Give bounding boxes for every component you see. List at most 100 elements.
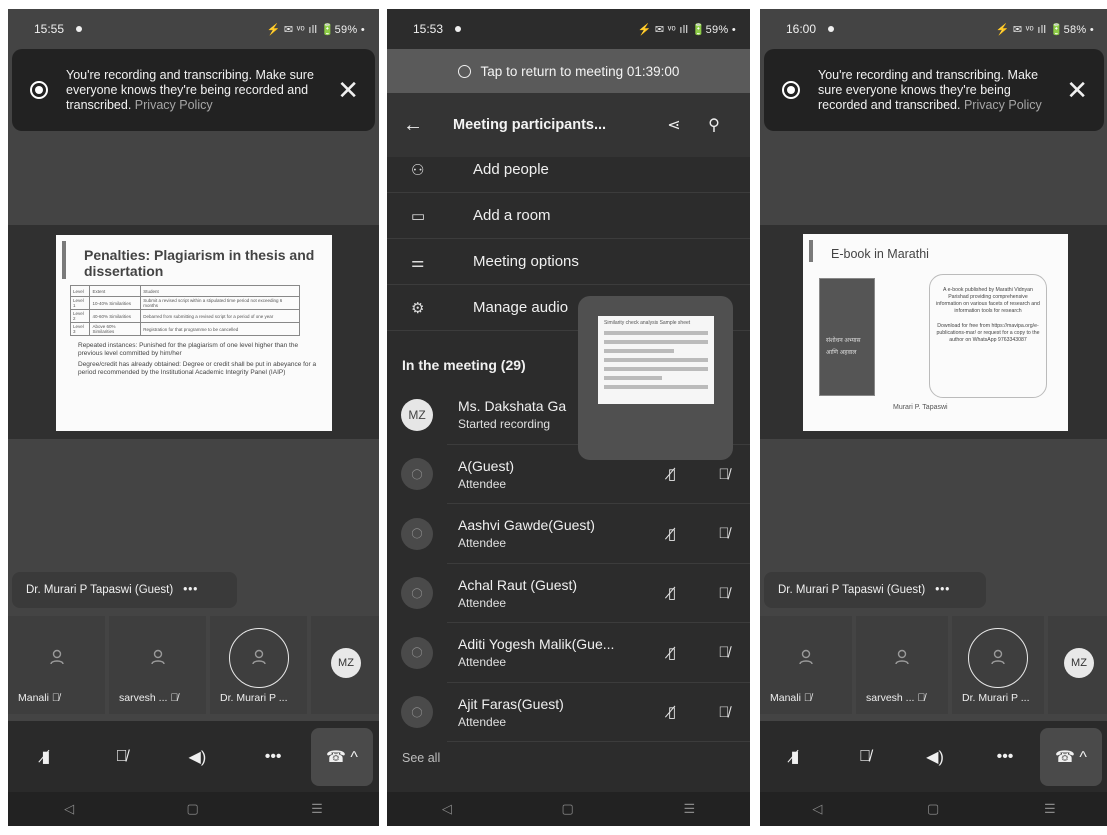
recording-icon [30,81,48,99]
more-button[interactable]: ••• [235,721,311,793]
bullet-item: Degree/credit has already obtained: Degr… [78,361,317,376]
more-options-icon[interactable]: ••• [183,584,198,596]
notification-dot-icon [828,26,835,32]
search-icon[interactable]: ⚲ [694,115,734,135]
mic-off-button[interactable]: 🎙̸ [84,721,160,793]
back-arrow-icon[interactable]: ← [403,114,453,137]
add-people-item[interactable]: ⚇ Add people [387,147,750,193]
participant-tile[interactable]: MZ [311,616,379,714]
participant-tile[interactable]: Manali 🎙̸ [8,616,105,714]
meeting-options-item[interactable]: ⚌ Meeting options [387,239,750,285]
bullet-item: Repeated instances: Punished for the pla… [78,342,299,357]
notification-dot-icon [76,26,83,32]
avatar: MZ [401,398,433,431]
speaker-button[interactable]: ◀) [900,721,970,793]
privacy-policy-link[interactable]: Privacy Policy [964,98,1042,112]
camera-off-icon: ▯̸ [667,585,677,603]
in-meeting-heading: In the meeting (29) [402,357,526,373]
active-speaker-tile[interactable]: Dr. Murari P ... [210,616,307,714]
person-icon: ◯ [401,517,433,550]
person-icon [251,649,266,665]
status-icons: ⚡ ✉ ᵛᵒ ıll 🔋59% • [266,23,365,36]
participant-tile[interactable]: MZ [1048,616,1107,714]
camera-off-button[interactable]: ▮̸ [8,721,84,793]
status-icons: ⚡ ✉ ᵛᵒ ıll 🔋58% • [995,23,1094,36]
phone-screen-2: 15:53 ⚡ ✉ ᵛᵒ ıll 🔋59% • Tap to return to… [387,9,750,826]
mic-off-icon: 🎙̸ [718,584,730,602]
person-icon [799,649,813,665]
tile-name: Manali 🎙̸ [18,692,60,704]
participant-tiles: Manali 🎙̸ sarvesh ... 🎙̸ Dr. Murari P ..… [8,616,379,714]
more-options-icon[interactable]: ••• [935,584,950,596]
camera-off-button[interactable]: ▮̸ [760,721,830,793]
system-navbar: ◁ ▢ ☰ [387,792,750,826]
speaker-button[interactable]: ◀) [160,721,236,793]
participant-tile[interactable]: sarvesh ... 🎙̸ [109,616,206,714]
recording-banner: You're recording and transcribing. Make … [764,49,1104,131]
participant-tile[interactable]: sarvesh ... 🎙̸ [856,616,948,714]
add-room-item[interactable]: ▭ Add a room [387,193,750,239]
system-navbar: ◁ ▢ ☰ [8,792,379,826]
slide-title: Penalties: Plagiarism in thesis and diss… [62,241,332,279]
privacy-policy-link[interactable]: Privacy Policy [135,98,213,112]
share-icon[interactable]: ⋖ [654,115,694,135]
call-status-icon [457,64,471,78]
add-room-icon: ▭ [411,207,426,225]
ebook-author: Murari P. Tapaswi [893,404,948,411]
home-nav-icon[interactable]: ▢ [562,801,574,817]
more-button[interactable]: ••• [970,721,1040,793]
settings-icon: ⚙ [411,299,425,317]
participant-tile[interactable]: Manali 🎙̸ [760,616,852,714]
return-to-meeting-bar[interactable]: Tap to return to meeting 01:39:00 [387,49,750,93]
camera-off-icon: ▯̸ [667,466,677,484]
mic-off-button[interactable]: 🎙̸ [830,721,900,793]
back-nav-icon[interactable]: ◁ [812,801,822,817]
recents-nav-icon[interactable]: ☰ [683,801,695,817]
participant-row[interactable]: ◯ Aashvi Gawde(Guest) Attendee ▯̸ 🎙̸ [387,504,750,564]
home-nav-icon[interactable]: ▢ [927,801,939,817]
status-time: 15:55 [34,22,65,36]
tile-name: Dr. Murari P ... [962,692,1030,704]
participant-row[interactable]: ◯ Achal Raut (Guest) Attendee ▯̸ 🎙̸ [387,564,750,624]
tile-name: sarvesh ... 🎙̸ [866,692,926,704]
add-people-icon: ⚇ [411,161,425,179]
see-all-link[interactable]: See all [402,751,440,765]
shared-screen[interactable]: E-book in Marathi संशोधन अभ्यास आणि अहवा… [760,225,1107,439]
recents-nav-icon[interactable]: ☰ [1044,801,1056,817]
avatar: MZ [1064,648,1094,678]
recents-nav-icon[interactable]: ☰ [311,801,323,817]
back-nav-icon[interactable]: ◁ [442,801,452,817]
tile-name: sarvesh ... 🎙̸ [119,692,179,704]
close-icon[interactable]: ✕ [1066,77,1088,103]
person-icon: ◯ [401,696,433,729]
hang-up-button[interactable]: ☎ ^ [311,728,373,786]
status-time: 15:53 [413,22,444,36]
mic-off-icon: 🎙̸ [718,465,730,483]
ebook-info-box: A e-book published by Marathi Vidnyan Pa… [929,274,1047,398]
ebook-cover-text: संशोधन अभ्यास आणि अहवाल [826,338,861,356]
close-icon[interactable]: ✕ [337,77,359,103]
camera-off-icon: ▯̸ [667,704,677,722]
recording-banner: You're recording and transcribing. Make … [12,49,375,131]
picture-in-picture-window[interactable]: Similarity check analysis Sample sheet [578,296,733,460]
presenter-name: Dr. Murari P Tapaswi (Guest) [778,584,926,596]
status-time: 16:00 [786,22,817,36]
participant-row[interactable]: ◯ Aditi Yogesh Malik(Gue... Attendee ▯̸ 🎙̸ [387,623,750,683]
hang-up-button[interactable]: ☎ ^ [1040,728,1102,786]
active-speaker-tile[interactable]: Dr. Murari P ... [952,616,1044,714]
status-bar: 15:53 ⚡ ✉ ᵛᵒ ıll 🔋59% • [387,9,750,49]
ebook-cover: संशोधन अभ्यास आणि अहवाल [819,278,875,396]
presentation-slide: Penalties: Plagiarism in thesis and diss… [56,235,332,431]
presenter-chip[interactable]: Dr. Murari P Tapaswi (Guest) ••• [12,572,237,608]
participant-row[interactable]: ◯ Ajit Faras(Guest) Attendee ▯̸ 🎙̸ [387,683,750,743]
meeting-options-icon: ⚌ [411,253,425,271]
shared-screen[interactable]: Penalties: Plagiarism in thesis and diss… [8,225,379,439]
phone-screen-3: 16:00 ⚡ ✉ ᵛᵒ ıll 🔋58% • You're recording… [760,9,1107,826]
presenter-chip[interactable]: Dr. Murari P Tapaswi (Guest) ••• [764,572,986,608]
recording-icon [782,81,800,99]
home-nav-icon[interactable]: ▢ [187,801,199,817]
back-nav-icon[interactable]: ◁ [64,801,74,817]
participant-tiles: Manali 🎙̸ sarvesh ... 🎙̸ Dr. Murari P ..… [760,616,1107,714]
phone-screen-1: 15:55 ⚡ ✉ ᵛᵒ ıll 🔋59% • You're recording… [8,9,379,826]
slide-bullets: Repeated instances: Punished for the pla… [78,342,322,377]
